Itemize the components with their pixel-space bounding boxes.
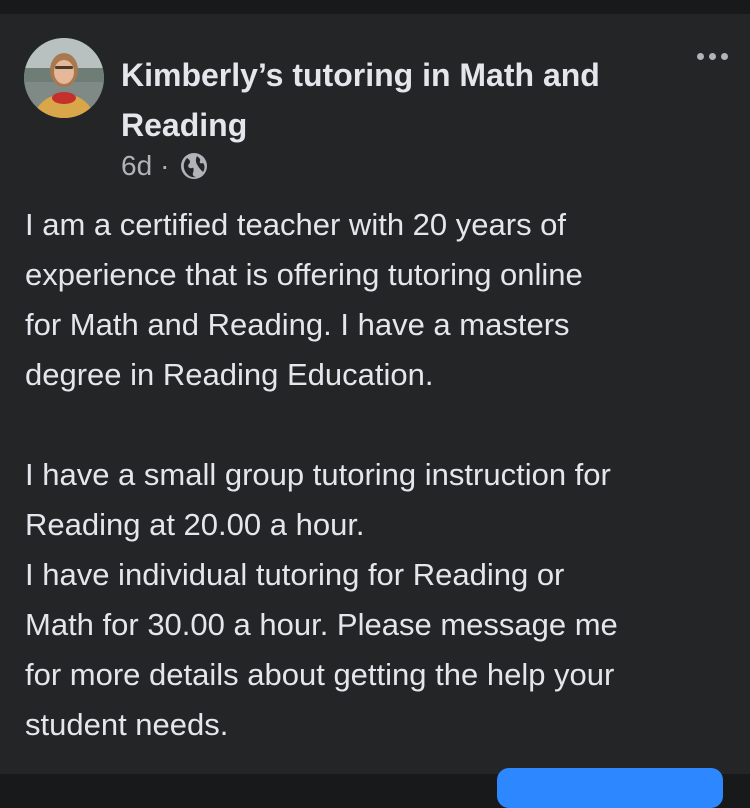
- text-line: degree in Reading Education.: [25, 357, 434, 392]
- post-paragraph: I have a small group tutoring instructio…: [25, 450, 725, 750]
- post-timestamp[interactable]: 6d: [121, 150, 152, 182]
- action-button[interactable]: [497, 768, 723, 808]
- post-meta: 6d ·: [121, 148, 209, 184]
- post-paragraph: I am a certified teacher with 20 years o…: [25, 200, 725, 400]
- meta-separator: ·: [160, 150, 170, 181]
- more-dot-icon: [720, 52, 728, 60]
- profile-photo: [24, 38, 104, 118]
- post-text: I am a certified teacher with 20 years o…: [25, 200, 725, 750]
- text-line: for more details about getting the help …: [25, 657, 615, 692]
- text-line: experience that is offering tutoring onl…: [25, 257, 583, 292]
- more-dot-icon: [708, 52, 716, 60]
- avatar[interactable]: [24, 38, 104, 118]
- text-line: student needs.: [25, 707, 229, 742]
- more-dot-icon: [696, 52, 704, 60]
- text-line: I have a small group tutoring instructio…: [25, 457, 611, 492]
- text-line: Reading at 20.00 a hour.: [25, 507, 365, 542]
- page-name-link[interactable]: Kimberly’s tutoring in Math and Reading: [121, 50, 681, 150]
- globe-icon[interactable]: [179, 151, 209, 181]
- post-card: Kimberly’s tutoring in Math and Reading …: [0, 14, 750, 808]
- status-bar-area: [0, 0, 750, 14]
- text-line: for Math and Reading. I have a masters: [25, 307, 570, 342]
- text-line: I have individual tutoring for Reading o…: [25, 557, 565, 592]
- text-line: Math for 30.00 a hour. Please message me: [25, 607, 618, 642]
- more-options-button[interactable]: [688, 42, 736, 70]
- text-line: I am a certified teacher with 20 years o…: [25, 207, 567, 242]
